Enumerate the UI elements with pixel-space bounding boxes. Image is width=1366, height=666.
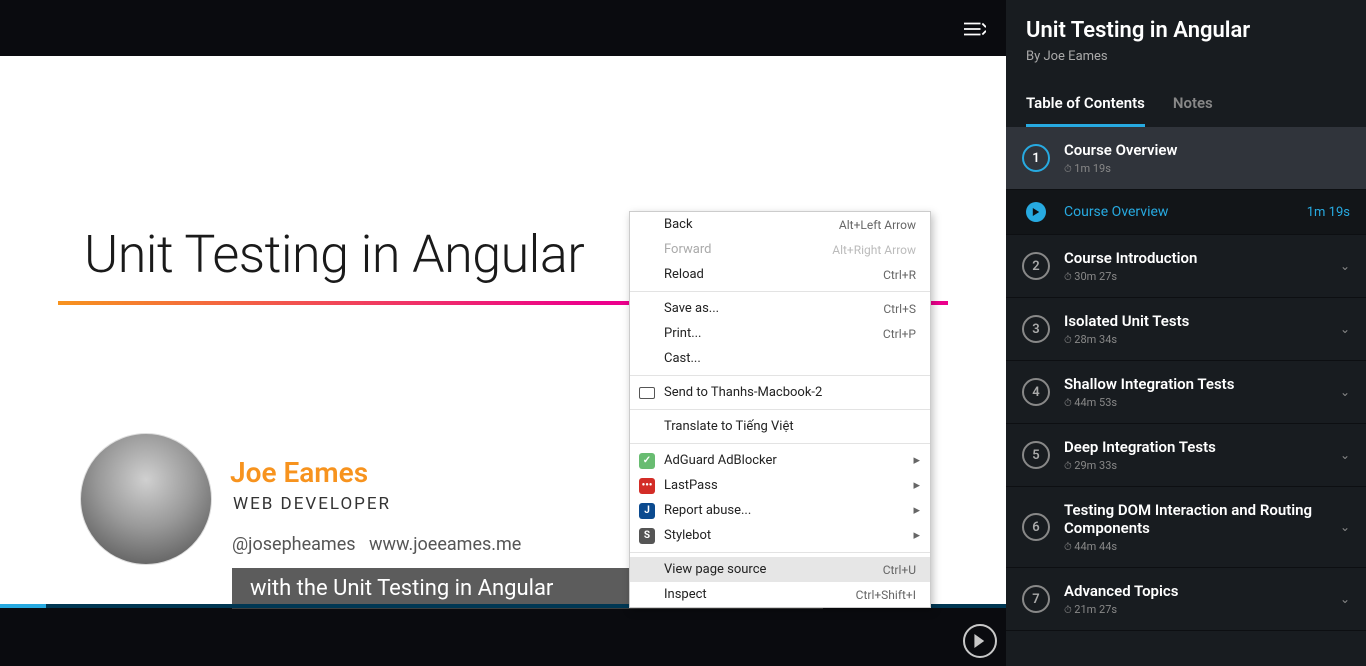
module-row[interactable]: 7 Advanced Topics 21m 27s⌄ (1006, 568, 1366, 631)
module-body: Deep Integration Tests 29m 33s (1064, 438, 1340, 472)
module-body: Testing DOM Interaction and Routing Comp… (1064, 501, 1340, 553)
chevron-down-icon: ⌄ (1340, 322, 1350, 336)
chevron-down-icon: ⌄ (1340, 385, 1350, 399)
ctx-back[interactable]: BackAlt+Left Arrow (630, 212, 930, 237)
module-title: Course Introduction (1064, 249, 1340, 267)
chevron-down-icon: ⌄ (1340, 259, 1350, 273)
module-duration: 21m 27s (1064, 603, 1340, 616)
separator (630, 291, 930, 292)
device-icon (639, 387, 655, 399)
play-icon (973, 634, 987, 648)
module-duration: 30m 27s (1064, 270, 1340, 283)
module-row[interactable]: 2 Course Introduction 30m 27s⌄ (1006, 235, 1366, 298)
module-number-badge: 4 (1022, 378, 1050, 406)
module-row[interactable]: 4 Shallow Integration Tests 44m 53s⌄ (1006, 361, 1366, 424)
module-title: Course Overview (1064, 141, 1350, 159)
separator (630, 552, 930, 553)
browser-context-menu: BackAlt+Left Arrow ForwardAlt+Right Arro… (629, 211, 931, 608)
module-body: Advanced Topics 21m 27s (1064, 582, 1340, 616)
clip-title: Course Overview (1064, 204, 1307, 220)
course-byline: By Joe Eames (1026, 49, 1346, 64)
chevron-down-icon: ⌄ (1340, 592, 1350, 606)
submenu-arrow-icon: ▸ (913, 453, 920, 468)
module-number-badge: 2 (1022, 252, 1050, 280)
submenu-arrow-icon: ▸ (913, 503, 920, 518)
ctx-lastpass[interactable]: •••LastPass▸ (630, 473, 930, 498)
collapse-sidebar-button[interactable] (954, 8, 996, 50)
submenu-arrow-icon: ▸ (913, 478, 920, 493)
chevron-down-icon: ⌄ (1340, 520, 1350, 534)
module-body: Course Overview 1m 19s (1064, 141, 1350, 175)
clip-duration: 1m 19s (1307, 205, 1350, 220)
separator (630, 409, 930, 410)
module-duration: 1m 19s (1064, 162, 1350, 175)
author-name: Joe Eames (230, 456, 368, 489)
separator (630, 443, 930, 444)
ctx-print[interactable]: Print...Ctrl+P (630, 321, 930, 346)
module-row[interactable]: 6 Testing DOM Interaction and Routing Com… (1006, 487, 1366, 568)
sidebar-tabs: Table of Contents Notes (1006, 74, 1366, 127)
course-title: Unit Testing in Angular (1026, 18, 1346, 43)
module-duration: 44m 44s (1064, 540, 1340, 553)
report-icon: J (639, 503, 655, 519)
module-title: Isolated Unit Tests (1064, 312, 1340, 330)
separator (630, 375, 930, 376)
ctx-adguard[interactable]: ✓AdGuard AdBlocker▸ (630, 448, 930, 473)
ctx-inspect[interactable]: InspectCtrl+Shift+I (630, 582, 930, 607)
ctx-cast[interactable]: Cast... (630, 346, 930, 371)
module-title: Testing DOM Interaction and Routing Comp… (1064, 501, 1340, 537)
ctx-view-source[interactable]: View page sourceCtrl+U (630, 557, 930, 582)
course-sidebar: Unit Testing in Angular By Joe Eames Tab… (1006, 0, 1366, 666)
lastpass-icon: ••• (639, 478, 655, 494)
ctx-report-abuse[interactable]: JReport abuse...▸ (630, 498, 930, 523)
ctx-translate[interactable]: Translate to Tiếng Việt (630, 414, 930, 439)
tab-table-of-contents[interactable]: Table of Contents (1026, 94, 1145, 127)
module-number-badge: 1 (1022, 144, 1050, 172)
slide-title: Unit Testing in Angular (84, 224, 584, 285)
ctx-forward: ForwardAlt+Right Arrow (630, 237, 930, 262)
module-duration: 29m 33s (1064, 459, 1340, 472)
module-row[interactable]: 5 Deep Integration Tests 29m 33s⌄ (1006, 424, 1366, 487)
module-number-badge: 6 (1022, 513, 1050, 541)
author-handle: @josepheames (232, 534, 356, 555)
module-row[interactable]: 3 Isolated Unit Tests 28m 34s⌄ (1006, 298, 1366, 361)
submenu-arrow-icon: ▸ (913, 528, 920, 543)
module-row[interactable]: 1 Course Overview 1m 19s (1006, 127, 1366, 190)
author-links: @josepheames www.joeeames.me (232, 534, 521, 555)
module-title: Deep Integration Tests (1064, 438, 1340, 456)
sidebar-header: Unit Testing in Angular By Joe Eames (1006, 0, 1366, 74)
play-next-button[interactable] (963, 624, 997, 658)
module-duration: 44m 53s (1064, 396, 1340, 409)
author-avatar (80, 433, 212, 565)
ctx-stylebot[interactable]: SStylebot▸ (630, 523, 930, 548)
module-body: Isolated Unit Tests 28m 34s (1064, 312, 1340, 346)
module-number-badge: 3 (1022, 315, 1050, 343)
collapse-icon (964, 20, 986, 38)
ctx-send-to[interactable]: Send to Thanhs-Macbook-2 (630, 380, 930, 405)
module-number-badge: 7 (1022, 585, 1050, 613)
module-title: Shallow Integration Tests (1064, 375, 1340, 393)
adguard-icon: ✓ (639, 453, 655, 469)
clip-play-icon (1026, 202, 1046, 222)
chevron-down-icon: ⌄ (1340, 448, 1350, 462)
ctx-save-as[interactable]: Save as...Ctrl+S (630, 296, 930, 321)
module-duration: 28m 34s (1064, 333, 1340, 346)
stylebot-icon: S (639, 528, 655, 544)
module-list[interactable]: 1Course Overview1m 19sCourse Overview1m … (1006, 127, 1366, 637)
module-title: Advanced Topics (1064, 582, 1340, 600)
clip-row[interactable]: Course Overview1m 19s (1006, 190, 1366, 235)
author-website: www.joeeames.me (369, 534, 521, 555)
tab-notes[interactable]: Notes (1173, 94, 1213, 127)
module-body: Course Introduction 30m 27s (1064, 249, 1340, 283)
ctx-reload[interactable]: ReloadCtrl+R (630, 262, 930, 287)
module-number-badge: 5 (1022, 441, 1050, 469)
author-role: WEB DEVELOPER (233, 494, 391, 514)
module-body: Shallow Integration Tests 44m 53s (1064, 375, 1340, 409)
